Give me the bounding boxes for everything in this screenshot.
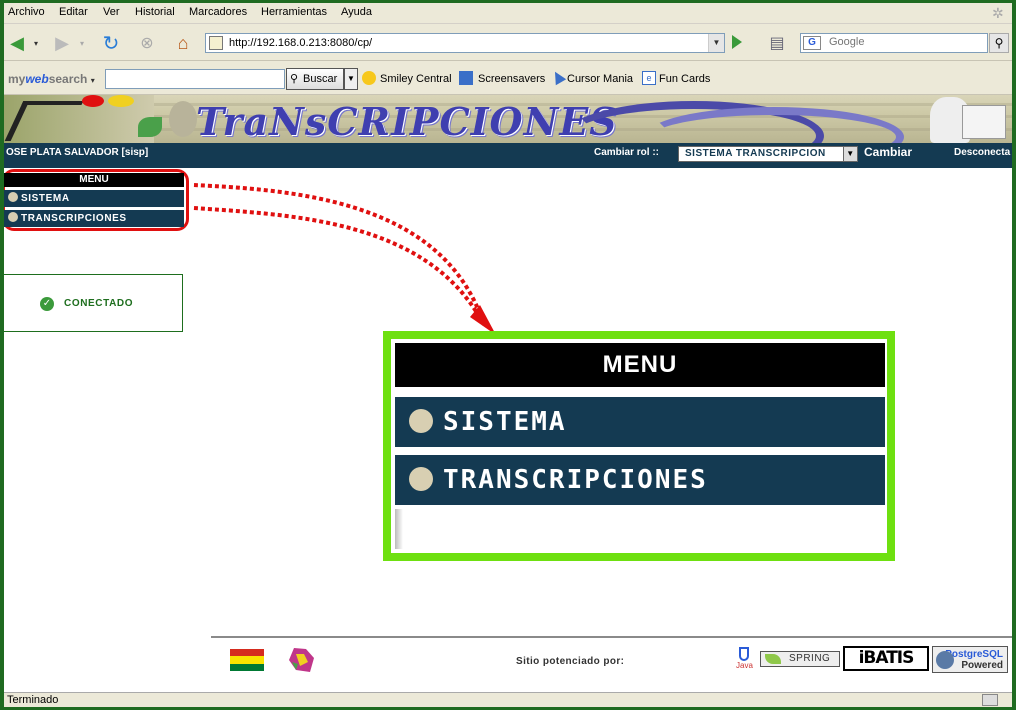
forward-history-icon[interactable]: ▾ <box>76 31 88 55</box>
cursor-mania-link[interactable]: Cursor Mania <box>567 73 633 85</box>
monitor-icon <box>459 71 473 85</box>
print-icon[interactable]: ▤ <box>764 31 790 55</box>
java-logo: Java <box>736 647 753 675</box>
back-history-icon[interactable]: ▾ <box>30 31 42 55</box>
check-icon: ✓ <box>40 297 54 311</box>
google-search-input[interactable] <box>829 36 979 48</box>
back-icon[interactable]: ◀ <box>6 31 28 55</box>
newspaper-icon <box>962 105 1006 139</box>
folder-icon <box>409 409 433 433</box>
powered-by-label: Sitio potenciado por: <box>516 656 625 667</box>
role-select[interactable]: SISTEMA TRANSCRIPCION ▼ <box>678 146 858 162</box>
site-favicon-icon <box>209 36 223 50</box>
connection-status: CONECTADO <box>64 298 134 309</box>
status-icon <box>982 694 998 706</box>
cursor-icon <box>549 68 567 86</box>
fruit-yellow-icon <box>108 95 134 107</box>
fruit-red-icon <box>82 95 104 107</box>
postgresql-logo: PostgreSQL Powered <box>932 646 1008 673</box>
navigation-toolbar: ◀ ▾ ▶ ▾ ↻ ⊗ ⌂ http://192.168.0.213:8080/… <box>4 25 1012 61</box>
callout-item-sistema: SISTEMA <box>395 397 885 447</box>
leaf-icon <box>138 117 162 137</box>
url-dropdown-icon[interactable]: ▼ <box>708 34 724 52</box>
url-bar[interactable]: http://192.168.0.213:8080/cp/ ▼ <box>205 33 725 53</box>
stone-icon <box>169 101 197 137</box>
sidebar-menu-title: MENU <box>4 173 184 187</box>
google-engine-icon[interactable]: G <box>803 36 821 50</box>
ibatis-logo: iBATIS <box>843 646 929 671</box>
callout-arrow <box>193 183 496 335</box>
menu-bar: Archivo Editar Ver Historial Marcadores … <box>4 3 1012 24</box>
browser-window: Archivo Editar Ver Historial Marcadores … <box>4 3 1012 707</box>
chevron-down-icon: ▼ <box>843 147 857 161</box>
sidebar-item-transcripciones[interactable]: TRANSCRIPCIONES <box>4 210 184 227</box>
go-icon[interactable] <box>732 35 742 49</box>
menu-historial[interactable]: Historial <box>135 6 175 18</box>
menu-editar[interactable]: Editar <box>59 6 88 18</box>
header-banner: TraNsCRIPCIONES <box>4 95 1012 143</box>
connection-status-box: ✓ CONECTADO <box>4 274 183 332</box>
menu-marcadores[interactable]: Marcadores <box>189 6 247 18</box>
menu-herramientas[interactable]: Herramientas <box>261 6 327 18</box>
smiley-icon <box>362 71 376 85</box>
throbber-icon: ✲ <box>992 5 1004 21</box>
callout-item-transcripciones: TRANSCRIPCIONES <box>395 455 885 505</box>
bolivia-flag-icon <box>230 649 264 671</box>
footer-divider <box>211 636 1012 638</box>
status-bar: Terminado <box>4 692 1012 707</box>
url-text: http://192.168.0.213:8080/cp/ <box>229 37 373 49</box>
spring-logo: SPRING <box>760 651 840 667</box>
screensavers-link[interactable]: Screensavers <box>478 73 545 85</box>
sidebar-item-sistema[interactable]: SISTEMA <box>4 190 184 207</box>
leaf-icon <box>765 654 781 664</box>
status-text: Terminado <box>7 694 59 706</box>
buscar-button[interactable]: ⚲ Buscar <box>286 68 344 90</box>
mywebsearch-logo[interactable]: mywebsearch ▾ <box>8 72 95 86</box>
user-name: OSE PLATA SALVADOR [sisp] <box>6 147 149 158</box>
menu-ayuda[interactable]: Ayuda <box>341 6 372 18</box>
fade-edge <box>395 509 403 549</box>
mywebsearch-toolbar: mywebsearch ▾ ⚲ Buscar ▼ Smiley Central S… <box>4 62 1012 95</box>
folder-icon <box>8 192 18 202</box>
google-search-box[interactable]: G <box>800 33 988 53</box>
menu-ver[interactable]: Ver <box>103 6 120 18</box>
folder-icon <box>8 212 18 222</box>
stop-icon[interactable]: ⊗ <box>134 31 160 55</box>
zoomed-menu-callout: MENU SISTEMA TRANSCRIPCIONES <box>383 331 895 561</box>
sidebar-menu: MENU SISTEMA TRANSCRIPCIONES <box>4 173 184 227</box>
user-bar: OSE PLATA SALVADOR [sisp] Cambiar rol ::… <box>4 143 1012 168</box>
callout-menu-title: MENU <box>395 343 885 387</box>
buscar-dropdown-icon[interactable]: ▼ <box>344 68 358 90</box>
logout-link[interactable]: Desconecta <box>954 147 1010 158</box>
reload-icon[interactable]: ↻ <box>98 31 124 55</box>
card-icon: e <box>642 71 656 85</box>
smiley-central-link[interactable]: Smiley Central <box>380 73 452 85</box>
role-label: Cambiar rol :: <box>594 147 660 158</box>
toolbar-search-input[interactable] <box>105 69 285 89</box>
fun-cards-link[interactable]: Fun Cards <box>659 73 710 85</box>
site-title: TraNsCRIPCIONES <box>196 99 618 143</box>
folder-icon <box>409 467 433 491</box>
home-icon[interactable]: ⌂ <box>170 31 196 55</box>
forward-icon[interactable]: ▶ <box>50 31 74 55</box>
page-content: TraNsCRIPCIONES OSE PLATA SALVADOR [sisp… <box>4 95 1012 692</box>
menu-archivo[interactable]: Archivo <box>8 6 45 18</box>
bolivia-map-icon <box>286 646 316 674</box>
search-icon[interactable]: ⚲ <box>989 33 1009 53</box>
cambiar-button[interactable]: Cambiar <box>864 145 912 159</box>
elephant-icon <box>936 651 954 669</box>
